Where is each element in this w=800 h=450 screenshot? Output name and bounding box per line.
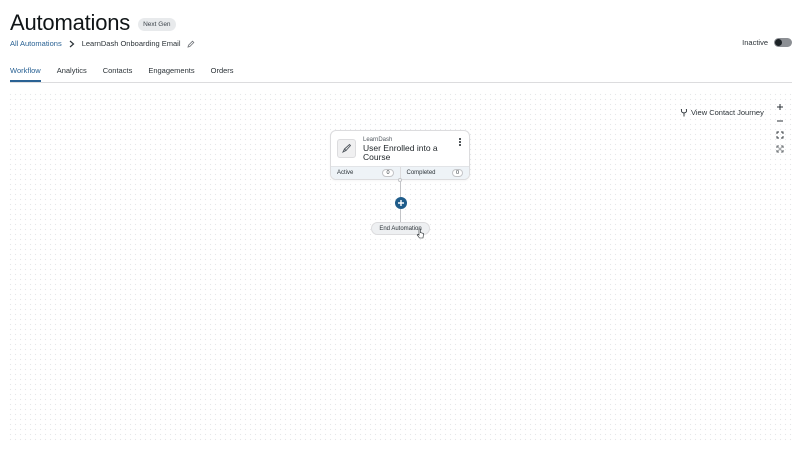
- chevron-right-icon: [68, 40, 76, 48]
- completed-count: 0: [451, 169, 463, 177]
- completed-label: Completed: [406, 170, 436, 176]
- view-contact-journey-button[interactable]: View Contact Journey: [680, 108, 764, 117]
- more-vertical-icon[interactable]: [457, 137, 463, 147]
- plus-icon: [398, 200, 404, 206]
- breadcrumb: All Automations LearnDash Onboarding Ema…: [10, 39, 195, 48]
- tab-contacts[interactable]: Contacts: [103, 60, 133, 82]
- next-gen-badge: Next Gen: [138, 17, 176, 31]
- page-header: Automations Next Gen: [10, 10, 176, 36]
- add-step-button[interactable]: [395, 197, 407, 209]
- connector-line: [400, 209, 401, 222]
- automation-status: Inactive: [742, 38, 792, 47]
- learndash-icon: [337, 139, 356, 158]
- automation-name: LearnDash Onboarding Email: [81, 39, 181, 48]
- completed-stat: Completed 0: [399, 167, 470, 179]
- zoom-out-icon[interactable]: [773, 114, 787, 128]
- zoom-controls: [773, 100, 787, 156]
- trigger-title: User Enrolled into a Course: [363, 143, 438, 162]
- toggle-knob: [775, 39, 782, 46]
- tab-orders[interactable]: Orders: [211, 60, 234, 82]
- journey-icon: [680, 108, 688, 117]
- fullscreen-icon[interactable]: [773, 142, 787, 156]
- page-title: Automations: [10, 10, 131, 35]
- active-stat: Active 0: [331, 167, 400, 179]
- connector-dot: [398, 178, 402, 182]
- status-toggle[interactable]: [774, 38, 792, 47]
- view-contact-journey-label: View Contact Journey: [691, 108, 764, 117]
- tab-analytics[interactable]: Analytics: [57, 60, 87, 82]
- tab-bar: Workflow Analytics Contacts Engagements …: [10, 60, 792, 83]
- tab-engagements[interactable]: Engagements: [148, 60, 194, 82]
- active-label: Active: [337, 170, 354, 176]
- fit-view-icon[interactable]: [773, 128, 787, 142]
- connector-line: [400, 180, 401, 197]
- breadcrumb-all-automations-link[interactable]: All Automations: [10, 39, 62, 48]
- active-count: 0: [382, 169, 394, 177]
- pointer-cursor-icon: [416, 228, 424, 239]
- tab-workflow[interactable]: Workflow: [10, 60, 41, 82]
- trigger-node[interactable]: LearnDash User Enrolled into a Course Ac…: [330, 130, 470, 180]
- zoom-in-icon[interactable]: [773, 100, 787, 114]
- pencil-icon[interactable]: [186, 40, 195, 48]
- status-label: Inactive: [742, 38, 768, 47]
